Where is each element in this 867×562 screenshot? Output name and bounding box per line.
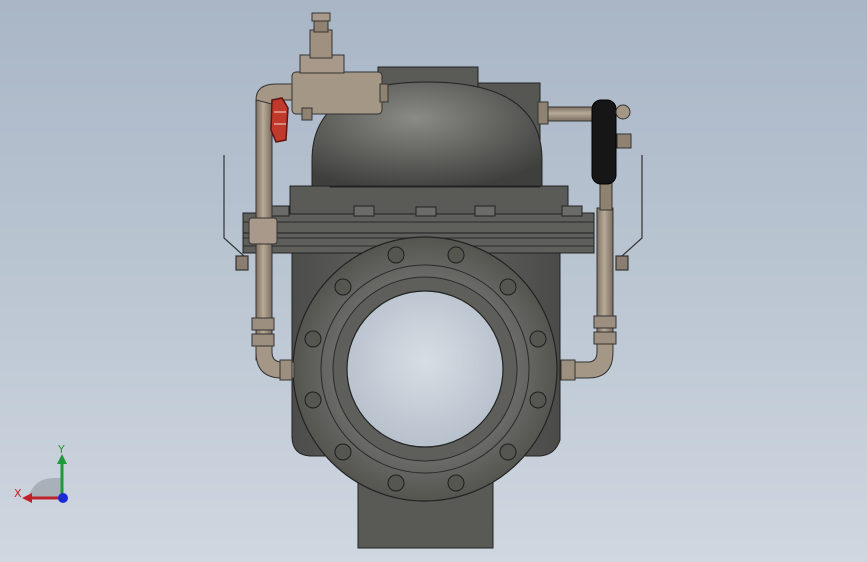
x-axis-label: X: [14, 487, 22, 500]
handwheel: [270, 97, 289, 143]
z-axis-dot: [58, 493, 68, 503]
axis-triad: Y X: [14, 443, 68, 503]
pilot-valve: [291, 12, 389, 121]
y-axis-label: Y: [57, 443, 65, 456]
pressure-gauge: [591, 99, 632, 185]
right-bracket: [615, 155, 643, 271]
graphics-viewport[interactable]: Y X: [0, 0, 867, 562]
x-axis-arrow: [22, 493, 32, 503]
inlet-bore: [346, 290, 504, 448]
valve-model[interactable]: [0, 0, 867, 562]
